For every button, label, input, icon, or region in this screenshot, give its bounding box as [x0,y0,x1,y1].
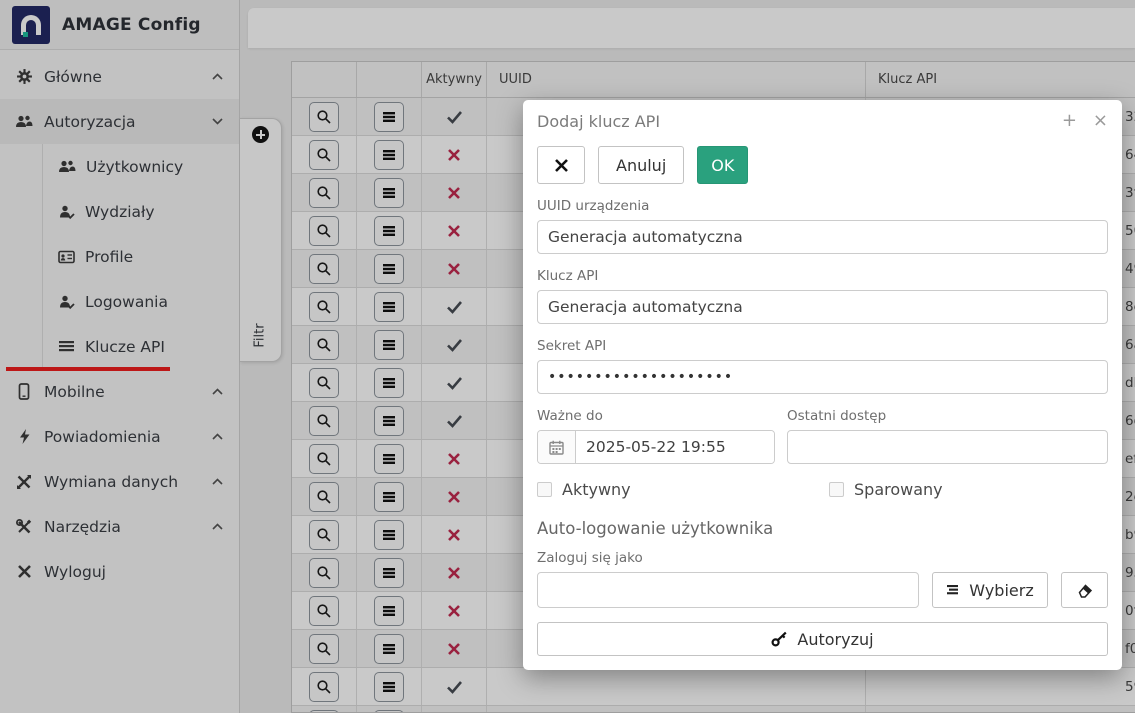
calendar-icon[interactable] [538,431,576,463]
sekret-api-input[interactable] [537,360,1108,394]
sparowany-checkbox[interactable] [829,482,844,497]
wazne-do-label: Ważne do [537,408,775,424]
klucz-api-field-label: Klucz API [537,268,1108,284]
uuid-field-label: UUID urządzenia [537,198,1108,214]
zaloguj-sie-jako-input[interactable] [537,572,919,608]
eraser-icon [1077,582,1093,598]
ok-button[interactable]: OK [697,146,748,184]
expand-plus-icon[interactable]: + [1062,112,1077,130]
wybierz-button[interactable]: Wybierz [932,572,1048,608]
uuid-input[interactable] [537,220,1108,254]
ostatni-dostep-label: Ostatni dostęp [787,408,1108,424]
dismiss-button[interactable] [537,146,585,184]
wazne-do-field [537,430,775,464]
sekret-api-field-label: Sekret API [537,338,1108,354]
auto-login-section-heading: Auto-logowanie użytkownika [537,519,1108,538]
list-select-icon [946,584,960,597]
zaloguj-sie-jako-label: Zaloguj się jako [537,550,1108,566]
klucz-api-input[interactable] [537,290,1108,324]
aktywny-checkbox[interactable] [537,482,552,497]
cancel-button[interactable]: Anuluj [598,146,684,184]
clear-button[interactable] [1061,572,1108,608]
autoryzuj-button[interactable]: Autoryzuj [537,622,1108,656]
key-icon [771,631,788,647]
aktywny-checkbox-label: Aktywny [562,480,631,499]
sparowany-checkbox-label: Sparowany [854,480,943,499]
x-icon [554,158,569,173]
dialog-title: Dodaj klucz API [537,112,660,131]
add-api-key-dialog: Dodaj klucz API + × Anuluj OK UUID urząd… [523,100,1122,670]
ostatni-dostep-input[interactable] [787,430,1108,464]
wazne-do-input[interactable] [576,431,774,463]
close-icon[interactable]: × [1093,112,1108,130]
